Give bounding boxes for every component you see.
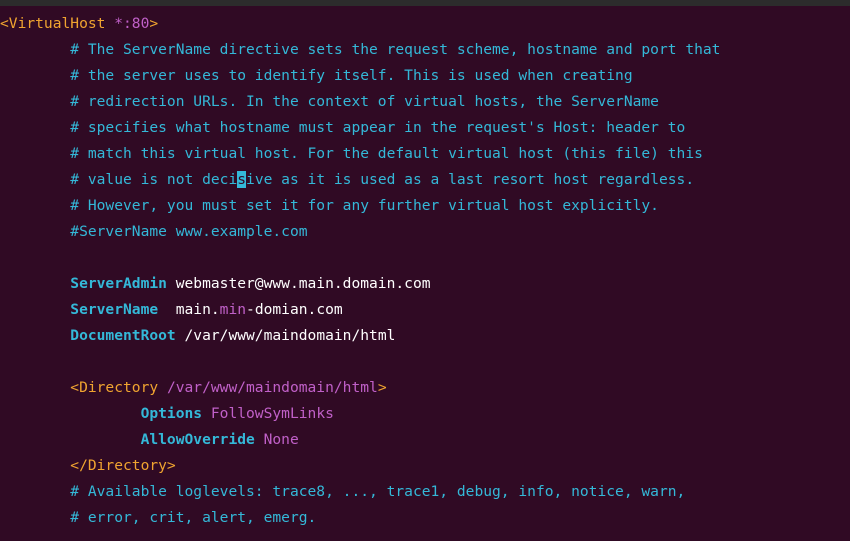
code-line[interactable]: # error, crit, alert, emerg. bbox=[0, 505, 316, 531]
code-token: #ServerName www.example.com bbox=[0, 223, 308, 240]
code-token: # error, crit, alert, emerg. bbox=[0, 509, 317, 526]
code-token: # match this virtual host. For the defau… bbox=[0, 145, 703, 162]
code-token: min bbox=[219, 301, 247, 318]
code-token: # specifies what hostname must appear in… bbox=[0, 119, 686, 136]
code-token: ive as it is used as a last resort host … bbox=[246, 171, 695, 188]
code-line[interactable]: <VirtualHost *:80> bbox=[0, 11, 158, 37]
code-token: <Directory bbox=[0, 379, 159, 396]
code-token: # value is not deci bbox=[0, 171, 238, 188]
code-token: FollowSymLinks bbox=[202, 405, 334, 422]
code-line[interactable]: # The ServerName directive sets the requ… bbox=[0, 37, 720, 63]
code-token: webmaster@www.main.domain.com bbox=[166, 275, 431, 292]
code-token: main. bbox=[158, 301, 220, 318]
code-line[interactable]: ServerName main.min-domian.com bbox=[0, 297, 343, 323]
code-token: None bbox=[254, 431, 299, 448]
code-token: # Available loglevels: trace8, ..., trac… bbox=[0, 483, 686, 500]
code-token: # the server uses to identify itself. Th… bbox=[0, 67, 633, 84]
code-line[interactable]: DocumentRoot /var/www/maindomain/html bbox=[0, 323, 395, 349]
code-token: # However, you must set it for any furth… bbox=[0, 197, 659, 214]
code-line[interactable]: # redirection URLs. In the context of vi… bbox=[0, 89, 659, 115]
code-token: </Directory> bbox=[0, 457, 176, 474]
code-token: > bbox=[377, 379, 387, 396]
code-line[interactable]: # Available loglevels: trace8, ..., trac… bbox=[0, 479, 685, 505]
code-line[interactable]: # match this virtual host. For the defau… bbox=[0, 141, 703, 167]
text-editor[interactable]: <VirtualHost *:80> # The ServerName dire… bbox=[0, 6, 850, 541]
code-token: -domian.com bbox=[246, 301, 343, 318]
code-token: # The ServerName directive sets the requ… bbox=[0, 41, 721, 58]
code-line[interactable]: AllowOverride None bbox=[0, 427, 299, 453]
code-token: Options bbox=[0, 405, 203, 422]
code-token: AllowOverride bbox=[0, 431, 255, 448]
code-token: ServerAdmin bbox=[0, 275, 167, 292]
code-line[interactable]: # However, you must set it for any furth… bbox=[0, 193, 659, 219]
code-token: /var/www/maindomain/html bbox=[158, 379, 378, 396]
code-token: <VirtualHost bbox=[0, 15, 106, 32]
code-token: # redirection URLs. In the context of vi… bbox=[0, 93, 659, 110]
code-line[interactable]: Options FollowSymLinks bbox=[0, 401, 334, 427]
code-line[interactable]: </Directory> bbox=[0, 453, 176, 479]
code-line[interactable]: ServerAdmin webmaster@www.main.domain.co… bbox=[0, 271, 431, 297]
code-token: > bbox=[149, 15, 159, 32]
code-line[interactable]: #ServerName www.example.com bbox=[0, 219, 308, 245]
code-token: ServerName bbox=[0, 301, 159, 318]
code-line[interactable]: # specifies what hostname must appear in… bbox=[0, 115, 685, 141]
text-cursor: s bbox=[237, 171, 247, 188]
code-token: *:80 bbox=[105, 15, 150, 32]
code-line[interactable]: <Directory /var/www/maindomain/html> bbox=[0, 375, 387, 401]
code-token: DocumentRoot bbox=[0, 327, 176, 344]
code-token: /var/www/maindomain/html bbox=[175, 327, 396, 344]
code-line[interactable]: # the server uses to identify itself. Th… bbox=[0, 63, 633, 89]
code-line[interactable]: # value is not decisive as it is used as… bbox=[0, 167, 694, 193]
